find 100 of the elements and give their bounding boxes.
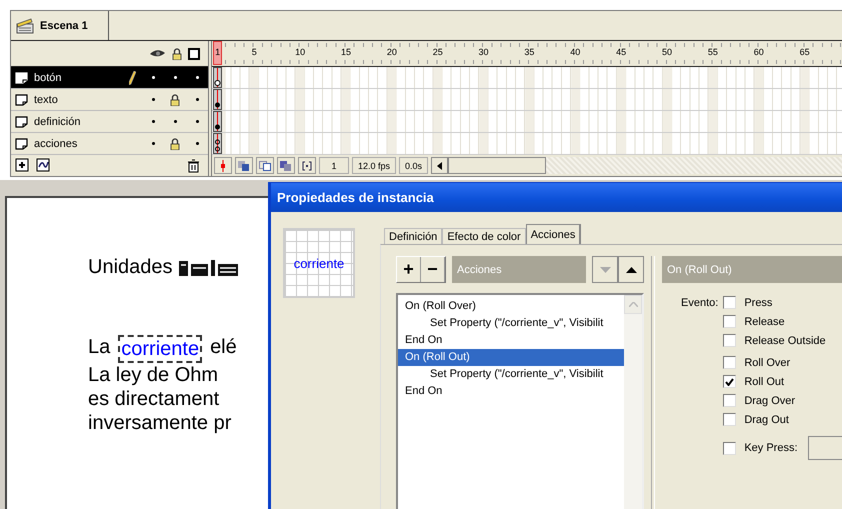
layer-row[interactable]: texto xyxy=(11,89,208,111)
frame-number: 25 xyxy=(432,47,443,57)
paragraph-text: elé xyxy=(210,335,237,360)
playhead-marker[interactable] xyxy=(213,41,222,65)
visible-dot[interactable] xyxy=(152,120,154,123)
outline-dot[interactable] xyxy=(196,76,198,79)
paragraph-text: es directament xyxy=(88,387,220,411)
onion-markers-button[interactable] xyxy=(298,157,316,174)
event-checkbox[interactable]: Roll Out xyxy=(723,375,842,388)
frame-rate: 12.0 fps xyxy=(352,157,396,174)
frame-number: 5 xyxy=(252,47,257,57)
onion-outlines-button[interactable] xyxy=(256,157,274,174)
action-line[interactable]: On (Roll Over) xyxy=(398,298,624,315)
frame-number: 40 xyxy=(570,47,580,57)
unlocked-dot[interactable] xyxy=(174,76,176,79)
event-checkbox[interactable]: Drag Over xyxy=(723,394,842,407)
layer-row[interactable]: definición xyxy=(11,111,208,133)
action-line[interactable]: Set Property ("/corriente_v", Visibilit xyxy=(398,315,624,332)
outline-dot[interactable] xyxy=(196,98,198,101)
actions-header: Acciones xyxy=(452,256,586,283)
dialog-title: Propiedades de instancia xyxy=(271,183,842,212)
lock-icon xyxy=(172,48,182,60)
symbol-preview: corriente xyxy=(283,228,355,298)
keyframe-cell[interactable] xyxy=(213,89,222,110)
action-line[interactable]: Set Property ("/corriente_v", Visibilit xyxy=(398,366,624,383)
frame-number: 1 xyxy=(215,47,220,57)
frame-number: 10 xyxy=(295,47,306,57)
event-checkbox[interactable]: Press xyxy=(723,296,842,309)
outline-dot[interactable] xyxy=(196,142,198,145)
keyframe-cell[interactable] xyxy=(213,111,222,132)
frame-number: 20 xyxy=(386,47,397,57)
frame-number: 65 xyxy=(800,47,810,57)
playhead-icon xyxy=(219,160,227,172)
trash-icon[interactable] xyxy=(187,158,200,172)
tab[interactable]: Definición xyxy=(384,228,442,244)
visible-dot[interactable] xyxy=(152,142,154,145)
edit-frames-button[interactable] xyxy=(277,157,295,174)
event-label: Evento: xyxy=(681,296,718,311)
clapperboard-icon xyxy=(16,18,34,34)
event-checkbox[interactable]: Roll Over xyxy=(723,356,842,369)
event-checkbox[interactable]: Key Press: xyxy=(723,442,798,454)
layer-name: acciones xyxy=(34,138,78,150)
event-checkbox[interactable]: Drag Out xyxy=(723,413,842,426)
overlapping-text-drawing xyxy=(178,258,240,276)
onion-skin-icon xyxy=(238,160,250,170)
elapsed-time: 0.0s xyxy=(399,157,428,174)
layer-name: definición xyxy=(34,116,82,128)
outline-dot[interactable] xyxy=(196,120,198,123)
up-arrow-icon xyxy=(626,266,636,272)
unlocked-dot[interactable] xyxy=(174,120,176,123)
layer-icon xyxy=(15,72,28,84)
scene-label[interactable]: Escena 1 xyxy=(40,20,88,32)
selected-button-instance[interactable]: corriente xyxy=(118,335,202,363)
markers-icon xyxy=(302,160,312,170)
event-checkbox[interactable]: Release Outside xyxy=(723,334,842,347)
stage-heading: Unidades xyxy=(88,256,173,279)
layer-name: botón xyxy=(34,72,63,84)
eye-icon xyxy=(149,49,166,58)
add-guide-layer-icon[interactable] xyxy=(36,158,51,173)
event-header: On (Roll Out) xyxy=(662,256,842,283)
keyframe-cell[interactable] xyxy=(213,67,222,88)
left-arrow-icon xyxy=(437,162,442,170)
event-checkbox[interactable]: Release xyxy=(723,315,842,328)
layer-icon xyxy=(15,138,28,150)
center-frame-button[interactable] xyxy=(214,157,232,174)
action-line[interactable]: End On xyxy=(398,332,624,349)
visible-dot[interactable] xyxy=(152,76,154,79)
lock-icon xyxy=(170,94,180,106)
visible-dot[interactable] xyxy=(152,98,154,101)
frame-number: 15 xyxy=(340,47,351,57)
key-field[interactable] xyxy=(808,436,842,460)
move-up-button[interactable] xyxy=(618,256,644,283)
onion-skin-button[interactable] xyxy=(235,157,253,174)
paragraph-text: La xyxy=(88,335,110,360)
lock-icon xyxy=(170,138,180,150)
paragraph-text: inversamente pr xyxy=(88,411,232,435)
add-layer-icon[interactable] xyxy=(15,158,30,173)
layer-row[interactable]: acciones xyxy=(11,133,208,155)
layer-icon xyxy=(15,94,28,106)
layer-row[interactable]: botón xyxy=(11,67,208,89)
paragraph-text: La ley de Ohm xyxy=(88,363,218,387)
scrollbar-thumb[interactable] xyxy=(448,157,546,174)
outline-icon xyxy=(188,48,200,60)
down-arrow-icon xyxy=(600,266,610,272)
frame-number: 35 xyxy=(524,47,534,57)
layer-icon xyxy=(15,116,28,128)
multiple-frames-icon xyxy=(280,160,292,170)
action-line[interactable]: End On xyxy=(398,383,624,400)
tab[interactable]: Acciones xyxy=(526,224,582,244)
frame-number: 55 xyxy=(708,47,718,57)
frame-number: 60 xyxy=(754,47,764,57)
current-frame: 1 xyxy=(319,157,349,174)
frame-number: 30 xyxy=(478,47,489,57)
keyframe-cell[interactable] xyxy=(213,133,222,154)
frame-number: 45 xyxy=(616,47,626,57)
frame-number: 50 xyxy=(662,47,672,57)
layer-name: texto xyxy=(34,94,59,106)
check-icon xyxy=(725,378,734,386)
scroll-left-button[interactable] xyxy=(431,157,448,174)
tab[interactable]: Efecto de color xyxy=(442,228,526,244)
